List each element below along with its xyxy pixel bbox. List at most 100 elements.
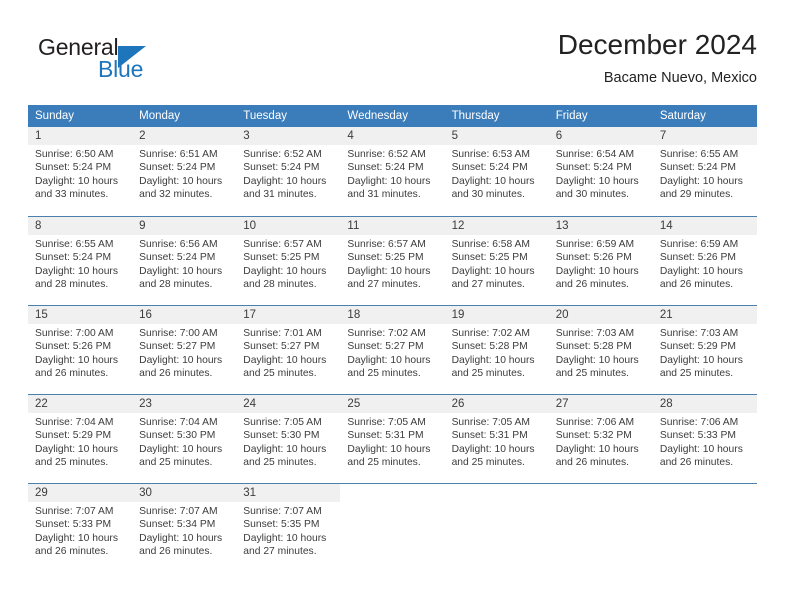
sunrise-text: Sunrise: 6:58 AM (451, 239, 530, 250)
day-number: 4 (340, 127, 445, 145)
day-number: 28 (652, 395, 757, 413)
daylight-text-line1: Daylight: 10 hours (659, 265, 743, 277)
week-row: 22 Sunrise: 7:04 AM Sunset: 5:29 PM Dayl… (28, 394, 757, 474)
day-cell[interactable]: 3 Sunrise: 6:52 AM Sunset: 5:24 PM Dayli… (236, 127, 341, 207)
calendar-grid: Sunday Monday Tuesday Wednesday Thursday… (28, 105, 757, 563)
daylight-text-line2: and 28 minutes. (139, 278, 213, 290)
page-header: General Blue December 2024 Bacame Nuevo,… (28, 28, 757, 98)
day-cell[interactable]: 17 Sunrise: 7:01 AM Sunset: 5:27 PM Dayl… (236, 306, 341, 385)
day-cell[interactable]: 21 Sunrise: 7:03 AM Sunset: 5:29 PM Dayl… (652, 306, 757, 385)
day-number: 30 (132, 484, 237, 502)
day-number (653, 484, 757, 502)
sunrise-text: Sunrise: 6:51 AM (139, 149, 218, 160)
day-details: Sunrise: 6:58 AM Sunset: 5:25 PM Dayligh… (445, 235, 549, 291)
daylight-text-line1: Daylight: 10 hours (451, 443, 535, 455)
day-number: 1 (28, 127, 133, 145)
day-cell[interactable]: 16 Sunrise: 7:00 AM Sunset: 5:27 PM Dayl… (132, 306, 237, 385)
day-details: Sunrise: 6:50 AM Sunset: 5:24 PM Dayligh… (28, 145, 132, 201)
day-cell[interactable]: 31 Sunrise: 7:07 AM Sunset: 5:35 PM Dayl… (236, 484, 341, 563)
daylight-text-line1: Daylight: 10 hours (139, 265, 223, 277)
sunrise-text: Sunrise: 7:07 AM (139, 506, 218, 517)
day-cell[interactable]: 4 Sunrise: 6:52 AM Sunset: 5:24 PM Dayli… (340, 127, 445, 207)
day-number (340, 484, 444, 502)
day-details: Sunrise: 7:07 AM Sunset: 5:35 PM Dayligh… (236, 502, 340, 558)
day-number: 8 (28, 217, 133, 235)
day-cell[interactable]: 2 Sunrise: 6:51 AM Sunset: 5:24 PM Dayli… (132, 127, 237, 207)
day-cell[interactable]: 9 Sunrise: 6:56 AM Sunset: 5:24 PM Dayli… (132, 217, 237, 296)
day-cell[interactable]: 11 Sunrise: 6:57 AM Sunset: 5:25 PM Dayl… (340, 217, 445, 296)
sunset-text: Sunset: 5:29 PM (659, 341, 736, 353)
day-number: 10 (236, 217, 341, 235)
daylight-text-line2: and 25 minutes. (139, 456, 213, 468)
daylight-text-line2: and 25 minutes. (659, 367, 734, 379)
day-cell[interactable]: 19 Sunrise: 7:02 AM Sunset: 5:28 PM Dayl… (444, 306, 549, 385)
day-cell-empty (653, 484, 757, 563)
sunset-text: Sunset: 5:32 PM (555, 430, 632, 442)
sunset-text: Sunset: 5:24 PM (555, 162, 632, 174)
day-details: Sunrise: 7:02 AM Sunset: 5:27 PM Dayligh… (340, 324, 444, 380)
daylight-text-line2: and 26 minutes. (555, 456, 629, 468)
sunrise-text: Sunrise: 6:55 AM (35, 239, 114, 250)
daylight-text-line1: Daylight: 10 hours (555, 354, 639, 366)
day-number: 19 (444, 306, 549, 324)
day-cell[interactable]: 26 Sunrise: 7:05 AM Sunset: 5:31 PM Dayl… (444, 395, 549, 474)
day-cell[interactable]: 6 Sunrise: 6:54 AM Sunset: 5:24 PM Dayli… (548, 127, 653, 207)
sunrise-text: Sunrise: 7:06 AM (659, 417, 739, 428)
daylight-text-line2: and 29 minutes. (659, 188, 734, 200)
day-number: 2 (132, 127, 237, 145)
sunset-text: Sunset: 5:27 PM (347, 341, 424, 353)
day-cell[interactable]: 30 Sunrise: 7:07 AM Sunset: 5:34 PM Dayl… (132, 484, 237, 563)
daylight-text-line1: Daylight: 10 hours (347, 265, 431, 277)
day-cell[interactable]: 7 Sunrise: 6:55 AM Sunset: 5:24 PM Dayli… (652, 127, 757, 207)
daylight-text-line2: and 30 minutes. (555, 188, 629, 200)
daylight-text-line2: and 26 minutes. (139, 545, 213, 557)
daylight-text-line1: Daylight: 10 hours (243, 265, 327, 277)
daylight-text-line2: and 26 minutes. (139, 367, 213, 379)
sunrise-text: Sunrise: 6:52 AM (347, 149, 426, 160)
day-details: Sunrise: 7:06 AM Sunset: 5:32 PM Dayligh… (549, 413, 653, 469)
page-title: December 2024 (557, 29, 757, 60)
daylight-text-line2: and 25 minutes. (243, 367, 317, 379)
daylight-text-line1: Daylight: 10 hours (347, 354, 431, 366)
sunrise-text: Sunrise: 7:04 AM (35, 417, 114, 428)
weekday-header-sunday: Sunday (35, 110, 75, 122)
day-cell[interactable]: 24 Sunrise: 7:05 AM Sunset: 5:30 PM Dayl… (236, 395, 341, 474)
day-number: 29 (28, 484, 133, 502)
day-details: Sunrise: 6:55 AM Sunset: 5:24 PM Dayligh… (28, 235, 132, 291)
daylight-text-line1: Daylight: 10 hours (35, 175, 118, 187)
day-cell[interactable]: 25 Sunrise: 7:05 AM Sunset: 5:31 PM Dayl… (340, 395, 445, 474)
day-number: 24 (236, 395, 341, 413)
day-details: Sunrise: 6:53 AM Sunset: 5:24 PM Dayligh… (445, 145, 549, 201)
daylight-text-line2: and 30 minutes. (451, 188, 525, 200)
weekday-header-wednesday: Wednesday (347, 110, 408, 122)
day-details: Sunrise: 6:52 AM Sunset: 5:24 PM Dayligh… (236, 145, 340, 201)
day-cell[interactable]: 1 Sunrise: 6:50 AM Sunset: 5:24 PM Dayli… (28, 127, 133, 207)
day-cell[interactable]: 5 Sunrise: 6:53 AM Sunset: 5:24 PM Dayli… (444, 127, 549, 207)
day-cell[interactable]: 28 Sunrise: 7:06 AM Sunset: 5:33 PM Dayl… (652, 395, 757, 474)
day-cell[interactable]: 10 Sunrise: 6:57 AM Sunset: 5:25 PM Dayl… (236, 217, 341, 296)
day-cell[interactable]: 15 Sunrise: 7:00 AM Sunset: 5:26 PM Dayl… (28, 306, 133, 385)
day-cell[interactable]: 29 Sunrise: 7:07 AM Sunset: 5:33 PM Dayl… (28, 484, 133, 563)
day-cell[interactable]: 8 Sunrise: 6:55 AM Sunset: 5:24 PM Dayli… (28, 217, 133, 296)
day-number: 17 (236, 306, 341, 324)
day-number (445, 484, 549, 502)
sunset-text: Sunset: 5:24 PM (347, 162, 424, 174)
day-cell[interactable]: 13 Sunrise: 6:59 AM Sunset: 5:26 PM Dayl… (548, 217, 653, 296)
day-cell[interactable]: 12 Sunrise: 6:58 AM Sunset: 5:25 PM Dayl… (444, 217, 549, 296)
day-number: 20 (548, 306, 653, 324)
sunrise-text: Sunrise: 7:03 AM (555, 328, 635, 339)
sunrise-text: Sunrise: 7:05 AM (451, 417, 530, 428)
day-cell[interactable]: 22 Sunrise: 7:04 AM Sunset: 5:29 PM Dayl… (28, 395, 133, 474)
day-cell[interactable]: 18 Sunrise: 7:02 AM Sunset: 5:27 PM Dayl… (340, 306, 445, 385)
day-cell[interactable]: 27 Sunrise: 7:06 AM Sunset: 5:32 PM Dayl… (548, 395, 653, 474)
daylight-text-line2: and 33 minutes. (35, 188, 109, 200)
day-cell[interactable]: 14 Sunrise: 6:59 AM Sunset: 5:26 PM Dayl… (652, 217, 757, 296)
day-number: 26 (444, 395, 549, 413)
sunset-text: Sunset: 5:24 PM (243, 162, 320, 174)
day-cell[interactable]: 20 Sunrise: 7:03 AM Sunset: 5:28 PM Dayl… (548, 306, 653, 385)
day-details: Sunrise: 7:04 AM Sunset: 5:29 PM Dayligh… (28, 413, 132, 469)
weekday-header-thursday: Thursday (451, 110, 500, 122)
day-number: 18 (340, 306, 445, 324)
sunset-text: Sunset: 5:24 PM (35, 252, 112, 264)
day-cell[interactable]: 23 Sunrise: 7:04 AM Sunset: 5:30 PM Dayl… (132, 395, 237, 474)
